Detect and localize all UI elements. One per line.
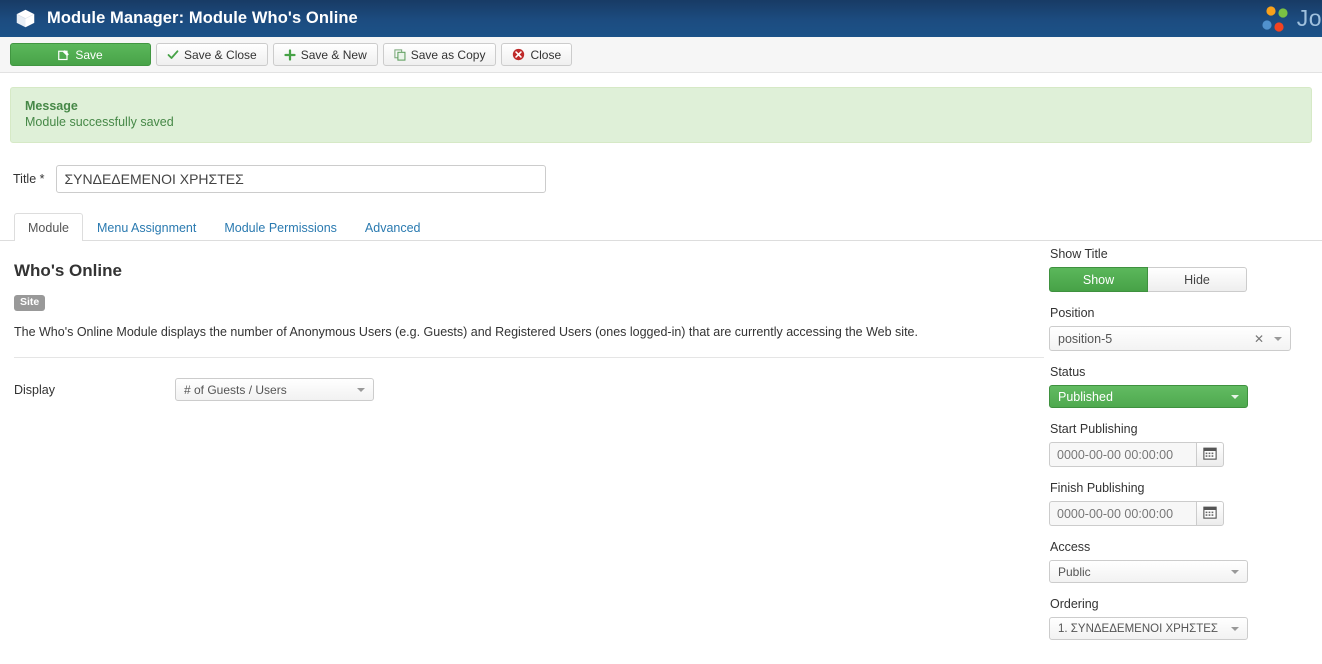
ordering-group: Ordering 1. ΣΥΝΔΕΔΕΜΕΝΟΙ ΧΡΗΣΤΕΣ xyxy=(1044,597,1322,640)
title-row: Title * xyxy=(0,165,1322,193)
check-icon xyxy=(167,49,179,61)
access-select[interactable]: Public xyxy=(1049,560,1248,583)
copy-icon xyxy=(394,48,406,61)
chevron-down-icon xyxy=(1274,336,1282,341)
chevron-down-icon xyxy=(357,387,365,392)
display-select[interactable]: # of Guests / Users xyxy=(175,378,374,401)
finish-publishing-label: Finish Publishing xyxy=(1050,481,1145,495)
sidebar-panel: Show Title Show Hide Position position-5… xyxy=(1044,241,1322,664)
tab-bar: Module Menu Assignment Module Permission… xyxy=(0,213,1322,241)
position-label: Position xyxy=(1050,306,1095,320)
title-label: Title * xyxy=(13,172,45,186)
start-publishing-input[interactable]: 0000-00-00 00:00:00 xyxy=(1049,442,1196,467)
show-title-label: Show Title xyxy=(1050,247,1108,261)
tab-module-permissions[interactable]: Module Permissions xyxy=(210,213,351,241)
status-label: Status xyxy=(1050,365,1086,379)
close-button[interactable]: Close xyxy=(501,43,573,66)
app-header: Module Manager: Module Who's Online Jo xyxy=(0,0,1322,37)
module-heading: Who's Online xyxy=(14,261,122,280)
brand-label: Jo xyxy=(1296,5,1322,31)
success-message: Message Module successfully saved xyxy=(10,87,1312,143)
display-row: Display # of Guests / Users xyxy=(14,378,1044,401)
cube-icon xyxy=(15,8,36,29)
tab-menu-assignment[interactable]: Menu Assignment xyxy=(83,213,210,241)
calendar-icon xyxy=(1203,446,1217,463)
start-publishing-row: 0000-00-00 00:00:00 xyxy=(1049,442,1322,467)
display-select-value: # of Guests / Users xyxy=(184,382,287,397)
save-new-button[interactable]: Save & New xyxy=(272,43,378,66)
start-publishing-label: Start Publishing xyxy=(1050,422,1138,436)
calendar-icon xyxy=(1203,505,1217,522)
start-publishing-calendar-button[interactable] xyxy=(1196,442,1224,467)
chevron-down-icon xyxy=(1231,626,1239,631)
status-group: Status Published xyxy=(1044,365,1322,408)
access-label: Access xyxy=(1050,540,1091,554)
save-new-button-label: Save & New xyxy=(300,47,367,62)
ordering-label: Ordering xyxy=(1050,597,1099,611)
access-select-value: Public xyxy=(1058,564,1091,579)
joomla-logo: Jo xyxy=(1259,0,1322,37)
status-select-value: Published xyxy=(1058,389,1113,404)
close-button-label: Close xyxy=(530,47,562,62)
pencil-square-icon xyxy=(58,49,70,61)
position-group: Position position-5 ✕ xyxy=(1044,306,1322,351)
position-value: position-5 xyxy=(1058,331,1113,346)
cancel-circle-icon xyxy=(512,48,525,61)
content-area: Who's Online Site The Who's Online Modul… xyxy=(0,241,1322,664)
save-close-button[interactable]: Save & Close xyxy=(156,43,268,66)
ordering-select-value: 1. ΣΥΝΔΕΔΕΜΕΝΟΙ ΧΡΗΣΤΕΣ xyxy=(1058,622,1219,635)
close-x-icon[interactable]: ✕ xyxy=(1254,332,1264,346)
show-title-hide-button[interactable]: Hide xyxy=(1148,267,1247,292)
show-title-toggle: Show Hide xyxy=(1049,267,1322,292)
module-description: The Who's Online Module displays the num… xyxy=(14,324,918,339)
finish-publishing-input[interactable]: 0000-00-00 00:00:00 xyxy=(1049,501,1196,526)
ordering-select[interactable]: 1. ΣΥΝΔΕΔΕΜΕΝΟΙ ΧΡΗΣΤΕΣ xyxy=(1049,617,1248,640)
tab-module[interactable]: Module xyxy=(14,213,83,241)
finish-publishing-group: Finish Publishing 0000-00-00 00:00:00 xyxy=(1044,481,1322,526)
message-body: Module successfully saved xyxy=(25,115,174,129)
save-close-button-label: Save & Close xyxy=(184,47,257,62)
toolbar: Save Save & Close Save & New Save as Cop… xyxy=(0,37,1322,73)
show-title-show-button[interactable]: Show xyxy=(1049,267,1148,292)
save-button-label: Save xyxy=(75,47,103,62)
show-title-group: Show Title Show Hide xyxy=(1044,247,1322,292)
plus-icon xyxy=(284,48,296,61)
tab-advanced[interactable]: Advanced xyxy=(351,213,435,241)
title-input[interactable] xyxy=(55,165,546,193)
main-panel: Who's Online Site The Who's Online Modul… xyxy=(0,241,1044,664)
finish-publishing-row: 0000-00-00 00:00:00 xyxy=(1049,501,1322,526)
start-publishing-group: Start Publishing 0000-00-00 00:00:00 xyxy=(1044,422,1322,467)
save-button[interactable]: Save xyxy=(10,43,151,66)
status-select[interactable]: Published xyxy=(1049,385,1248,408)
chevron-down-icon xyxy=(1231,394,1239,399)
status-badge: Site xyxy=(14,295,46,311)
display-label: Display xyxy=(14,382,55,397)
chevron-down-icon xyxy=(1231,569,1239,574)
finish-publishing-calendar-button[interactable] xyxy=(1196,501,1224,526)
message-title: Message xyxy=(25,99,78,113)
access-group: Access Public xyxy=(1044,540,1322,583)
position-select[interactable]: position-5 ✕ xyxy=(1049,326,1291,351)
divider xyxy=(14,357,1044,358)
save-as-copy-button[interactable]: Save as Copy xyxy=(382,43,497,66)
page-title: Module Manager: Module Who's Online xyxy=(47,9,358,27)
save-as-copy-button-label: Save as Copy xyxy=(410,47,486,62)
